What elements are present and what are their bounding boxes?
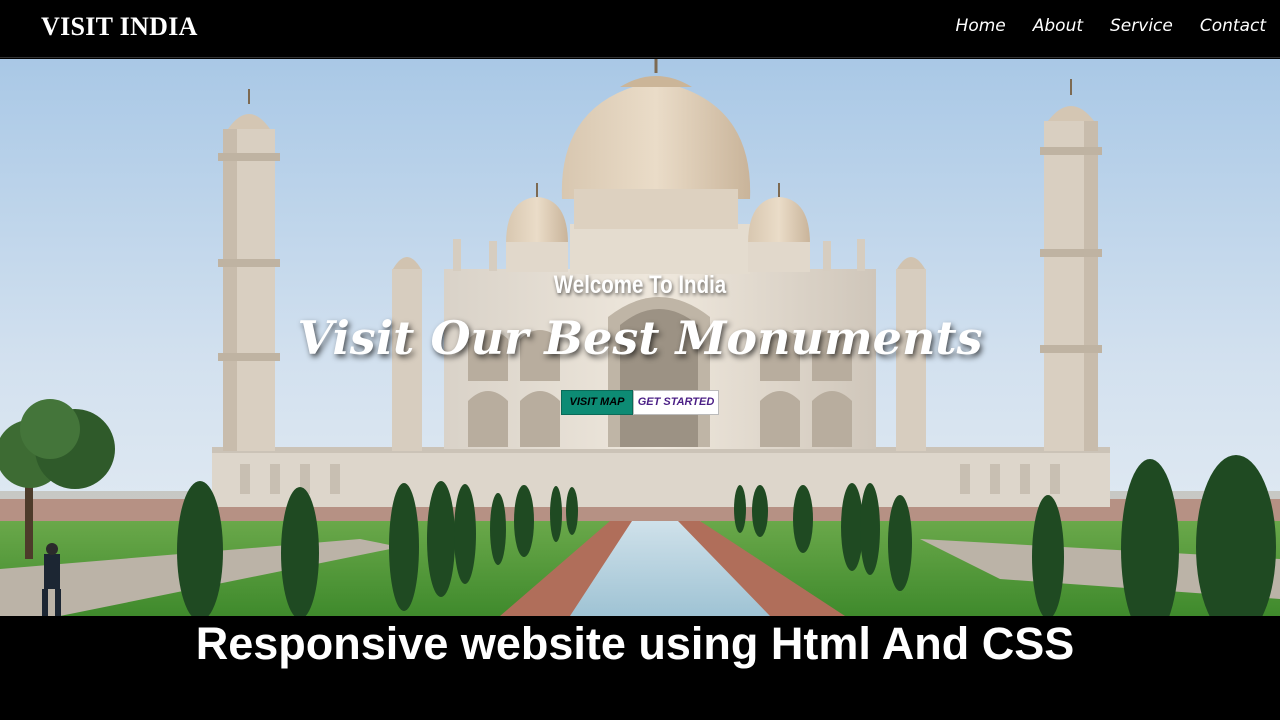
hero-content: Welcome To India Visit Our Best Monument…	[0, 59, 1280, 616]
navbar: VISIT INDIA Home About Service Contact	[0, 0, 1280, 58]
caption-text: Responsive website using Html And CSS	[195, 618, 1075, 669]
site-logo[interactable]: VISIT INDIA	[41, 12, 198, 42]
nav-link-about[interactable]: About	[1033, 16, 1083, 36]
nav-link-contact[interactable]: Contact	[1200, 16, 1266, 36]
nav-link-service[interactable]: Service	[1110, 16, 1173, 36]
get-started-button[interactable]: GET STARTED	[633, 390, 719, 415]
hero-headline: Visit Our Best Monuments	[297, 311, 983, 365]
visit-map-button[interactable]: VISIT MAP	[561, 390, 633, 415]
caption-banner: Responsive website using Html And CSS	[0, 616, 1280, 720]
hero-buttons: VISIT MAP GET STARTED	[561, 390, 719, 415]
hero-welcome-text: Welcome To India	[553, 271, 727, 299]
nav-link-home[interactable]: Home	[956, 16, 1006, 36]
nav-menu: Home About Service Contact	[956, 16, 1266, 36]
hero-section: Welcome To India Visit Our Best Monument…	[0, 59, 1280, 616]
